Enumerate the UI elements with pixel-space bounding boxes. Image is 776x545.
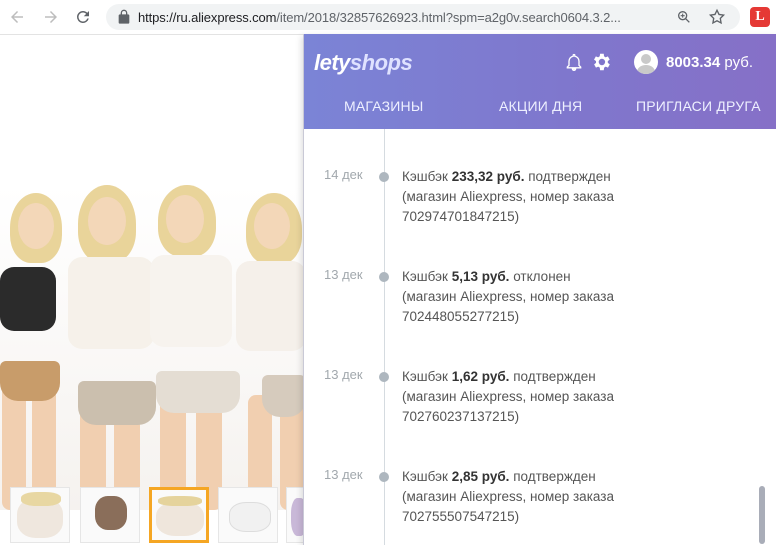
product-image[interactable] bbox=[0, 185, 305, 510]
gear-icon[interactable] bbox=[590, 51, 612, 73]
forward-button[interactable] bbox=[40, 6, 62, 28]
tab-stores[interactable]: МАГАЗИНЫ bbox=[344, 98, 423, 114]
cashback-feed: 14 дек Кэшбэк 233,32 руб. подтвержден (м… bbox=[304, 129, 776, 545]
lock-icon bbox=[118, 9, 130, 24]
arrow-right-icon bbox=[45, 11, 57, 23]
popup-header: letyshops 8003.34 руб. МАГАЗИНЫ АКЦИИ ДН… bbox=[304, 34, 776, 129]
list-item: 13 дек Кэшбэк 1,62 руб. подтвержден (маг… bbox=[304, 367, 776, 447]
entry-text: Кэшбэк 1,62 руб. подтвержден (магазин Al… bbox=[402, 369, 614, 424]
avatar[interactable] bbox=[634, 50, 658, 74]
entry-date: 13 дек bbox=[324, 467, 363, 482]
list-item: 14 дек Кэшбэк 233,32 руб. подтвержден (м… bbox=[304, 167, 776, 247]
letyshops-logo[interactable]: letyshops bbox=[314, 50, 413, 76]
list-item: 13 дек Кэшбэк 2,85 руб. подтвержден (маг… bbox=[304, 467, 776, 545]
timeline-dot bbox=[379, 272, 389, 282]
thumbnail-3-active[interactable] bbox=[149, 487, 209, 543]
url-text: https://ru.aliexpress.com/item/2018/3285… bbox=[138, 10, 621, 25]
tab-deals[interactable]: АКЦИИ ДНЯ bbox=[499, 98, 582, 114]
letyshops-extension-icon[interactable]: L bbox=[750, 7, 770, 27]
arrow-left-icon bbox=[11, 11, 23, 23]
zoom-icon[interactable] bbox=[676, 9, 692, 25]
back-button[interactable] bbox=[6, 6, 28, 28]
entry-text: Кэшбэк 5,13 руб. отклонен (магазин Aliex… bbox=[402, 269, 614, 324]
list-item: 13 дек Кэшбэк 5,13 руб. отклонен (магази… bbox=[304, 267, 776, 347]
star-icon[interactable] bbox=[708, 8, 726, 26]
entry-date: 14 дек bbox=[324, 167, 363, 182]
letyshops-popup: letyshops 8003.34 руб. МАГАЗИНЫ АКЦИИ ДН… bbox=[303, 34, 776, 545]
product-thumbnails bbox=[10, 487, 310, 543]
balance: 8003.34 руб. bbox=[666, 54, 754, 71]
timeline-dot bbox=[379, 172, 389, 182]
timeline-dot bbox=[379, 472, 389, 482]
address-bar[interactable]: https://ru.aliexpress.com/item/2018/3285… bbox=[106, 4, 740, 30]
timeline-dot bbox=[379, 372, 389, 382]
thumbnail-2[interactable] bbox=[80, 487, 140, 543]
entry-date: 13 дек bbox=[324, 367, 363, 382]
thumbnail-1[interactable] bbox=[10, 487, 70, 543]
scrollbar-thumb[interactable] bbox=[759, 486, 765, 544]
popup-tabs: МАГАЗИНЫ АКЦИИ ДНЯ ПРИГЛАСИ ДРУГА bbox=[304, 98, 776, 120]
entry-date: 13 дек bbox=[324, 267, 363, 282]
bell-icon[interactable] bbox=[564, 52, 584, 72]
tab-invite-friend[interactable]: ПРИГЛАСИ ДРУГА bbox=[636, 98, 761, 114]
thumbnail-4[interactable] bbox=[218, 487, 278, 543]
browser-toolbar: https://ru.aliexpress.com/item/2018/3285… bbox=[0, 0, 776, 35]
reload-button[interactable] bbox=[72, 6, 94, 28]
reload-icon bbox=[76, 10, 89, 23]
entry-text: Кэшбэк 2,85 руб. подтвержден (магазин Al… bbox=[402, 469, 614, 524]
product-photo bbox=[0, 185, 305, 510]
entry-text: Кэшбэк 233,32 руб. подтвержден (магазин … bbox=[402, 169, 614, 224]
